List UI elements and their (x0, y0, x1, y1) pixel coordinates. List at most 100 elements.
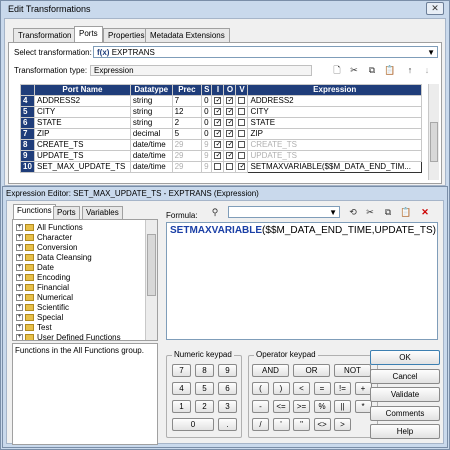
formula-editor[interactable]: SETMAXVARIABLE($$M_DATA_END_TIME,UPDATE_… (166, 222, 438, 340)
numeric-key[interactable]: 1 (172, 400, 191, 413)
tab-ports-list[interactable]: Ports (53, 206, 80, 219)
numeric-key[interactable]: 7 (172, 364, 191, 377)
expression-cell[interactable]: STATE (247, 117, 422, 129)
port-i-checkbox[interactable]: ✓ (214, 97, 222, 105)
expand-icon[interactable]: + (16, 264, 23, 272)
datatype-cell[interactable]: string (129, 95, 173, 107)
move-down-icon[interactable]: ↓ (420, 64, 434, 76)
numeric-key[interactable]: . (218, 418, 237, 431)
precision-cell[interactable]: 7 (171, 95, 203, 107)
operator-key[interactable]: OR (293, 364, 330, 377)
operator-key[interactable]: ) (272, 382, 290, 395)
expand-icon[interactable]: + (16, 294, 23, 302)
port-i-checkbox[interactable]: ✓ (214, 141, 222, 149)
help-button[interactable]: Help (370, 424, 440, 439)
table-row[interactable]: 5 CITY string 12 0 ✓ ✓ CITY (20, 106, 422, 118)
expression-cell[interactable]: ADDRESS2 (247, 95, 422, 107)
expand-icon[interactable]: + (16, 314, 23, 322)
port-name-cell[interactable]: CREATE_TS (33, 139, 131, 151)
expression-cell[interactable]: CREATE_TS (247, 139, 422, 151)
cancel-button[interactable]: Cancel (370, 368, 440, 384)
datatype-cell[interactable]: date/time (129, 161, 173, 173)
expand-icon[interactable]: + (16, 254, 23, 262)
operator-key[interactable]: = (313, 382, 331, 395)
table-row[interactable]: 4 ADDRESS2 string 7 0 ✓ ✓ ADDRESS2 (20, 95, 422, 107)
operator-key[interactable]: + (354, 382, 372, 395)
precision-cell[interactable]: 29 (171, 139, 203, 151)
port-name-cell[interactable]: SET_MAX_UPDATE_TS (33, 161, 131, 173)
scale-cell[interactable]: 0 (201, 117, 213, 129)
column-header-port-name[interactable]: Port Name (33, 84, 131, 96)
expand-icon[interactable]: + (16, 324, 23, 332)
operator-key[interactable]: >= (293, 400, 310, 413)
operator-key[interactable]: % (313, 400, 331, 413)
comments-button[interactable]: Comments (370, 405, 440, 421)
port-name-cell[interactable]: STATE (33, 117, 131, 129)
port-v-checkbox[interactable] (238, 119, 246, 127)
column-header-o[interactable]: O (223, 84, 237, 96)
table-row[interactable]: 6 STATE string 2 0 ✓ ✓ STATE (20, 117, 422, 129)
port-i-checkbox[interactable]: ✓ (214, 152, 222, 160)
expression-cell[interactable]: UPDATE_TS (247, 150, 422, 162)
expression-cell[interactable]: CITY (247, 106, 422, 118)
column-header-prec[interactable]: Prec (171, 84, 203, 96)
select-transformation-dropdown[interactable]: f(x) EXPTRANS ▼ (93, 46, 438, 58)
expand-icon[interactable]: + (16, 334, 23, 340)
precision-cell[interactable]: 5 (171, 128, 203, 140)
ok-button[interactable]: OK (370, 350, 440, 365)
functions-tree-scrollbar-thumb[interactable] (147, 234, 156, 296)
precision-cell[interactable]: 12 (171, 106, 203, 118)
cut-icon[interactable]: ✂ (363, 206, 377, 218)
binoculars-icon[interactable]: ⚲ (208, 206, 222, 218)
operator-key[interactable]: / (252, 418, 269, 431)
port-v-checkbox[interactable]: ✓ (238, 163, 246, 171)
port-i-checkbox[interactable] (214, 163, 222, 171)
close-button[interactable]: ✕ (426, 2, 444, 15)
undo-icon[interactable]: ⟲ (346, 206, 360, 218)
copy-icon[interactable]: ⧉ (381, 206, 395, 218)
operator-key[interactable]: > (334, 418, 351, 431)
table-row[interactable]: 10 SET_MAX_UPDATE_TS date/time 29 9 ✓ SETMAXVA… (20, 161, 422, 173)
port-name-cell[interactable]: UPDATE_TS (33, 150, 131, 162)
find-combobox[interactable]: ▼ (228, 206, 340, 218)
expand-icon[interactable]: + (16, 234, 23, 242)
tab-variables[interactable]: Variables (82, 206, 123, 219)
tab-ports[interactable]: Ports (74, 26, 103, 42)
precision-cell[interactable]: 29 (171, 161, 203, 173)
datatype-cell[interactable]: date/time (129, 150, 173, 162)
tab-properties[interactable]: Properties (103, 28, 150, 42)
port-v-checkbox[interactable] (238, 130, 246, 138)
ports-scrollbar[interactable] (428, 84, 439, 180)
port-name-cell[interactable]: CITY (33, 106, 131, 118)
copy-icon[interactable]: ⧉ (365, 64, 379, 76)
column-header-expression[interactable]: Expression (247, 84, 422, 96)
expand-icon[interactable]: + (16, 224, 23, 232)
table-row[interactable]: 8 CREATE_TS date/time 29 9 ✓ ✓ CREATE_TS (20, 139, 422, 151)
column-header-i[interactable]: I (211, 84, 225, 96)
operator-key[interactable]: NOT (334, 364, 371, 377)
port-v-checkbox[interactable] (238, 141, 246, 149)
operator-key[interactable]: || (334, 400, 351, 413)
scale-cell[interactable]: 9 (201, 139, 213, 151)
port-v-checkbox[interactable] (238, 108, 246, 116)
operator-key[interactable]: * (354, 400, 372, 413)
port-name-cell[interactable]: ZIP (33, 128, 131, 140)
scale-cell[interactable]: 0 (201, 95, 213, 107)
operator-key[interactable]: - (252, 400, 269, 413)
scale-cell[interactable]: 9 (201, 150, 213, 162)
datatype-cell[interactable]: decimal (129, 128, 173, 140)
scale-cell[interactable]: 0 (201, 128, 213, 140)
precision-cell[interactable]: 29 (171, 150, 203, 162)
numeric-key[interactable]: 3 (218, 400, 237, 413)
scale-cell[interactable]: 0 (201, 106, 213, 118)
datatype-cell[interactable]: date/time (129, 139, 173, 151)
expression-cell[interactable]: ZIP (247, 128, 422, 140)
expand-icon[interactable]: + (16, 244, 23, 252)
operator-key[interactable]: < (293, 382, 310, 395)
expand-icon[interactable]: + (16, 304, 23, 312)
scale-cell[interactable]: 9 (201, 161, 213, 173)
port-o-checkbox[interactable]: ✓ (226, 108, 234, 116)
port-o-checkbox[interactable]: ✓ (226, 152, 234, 160)
precision-cell[interactable]: 2 (171, 117, 203, 129)
tree-item[interactable]: + User Defined Functions (16, 332, 121, 340)
